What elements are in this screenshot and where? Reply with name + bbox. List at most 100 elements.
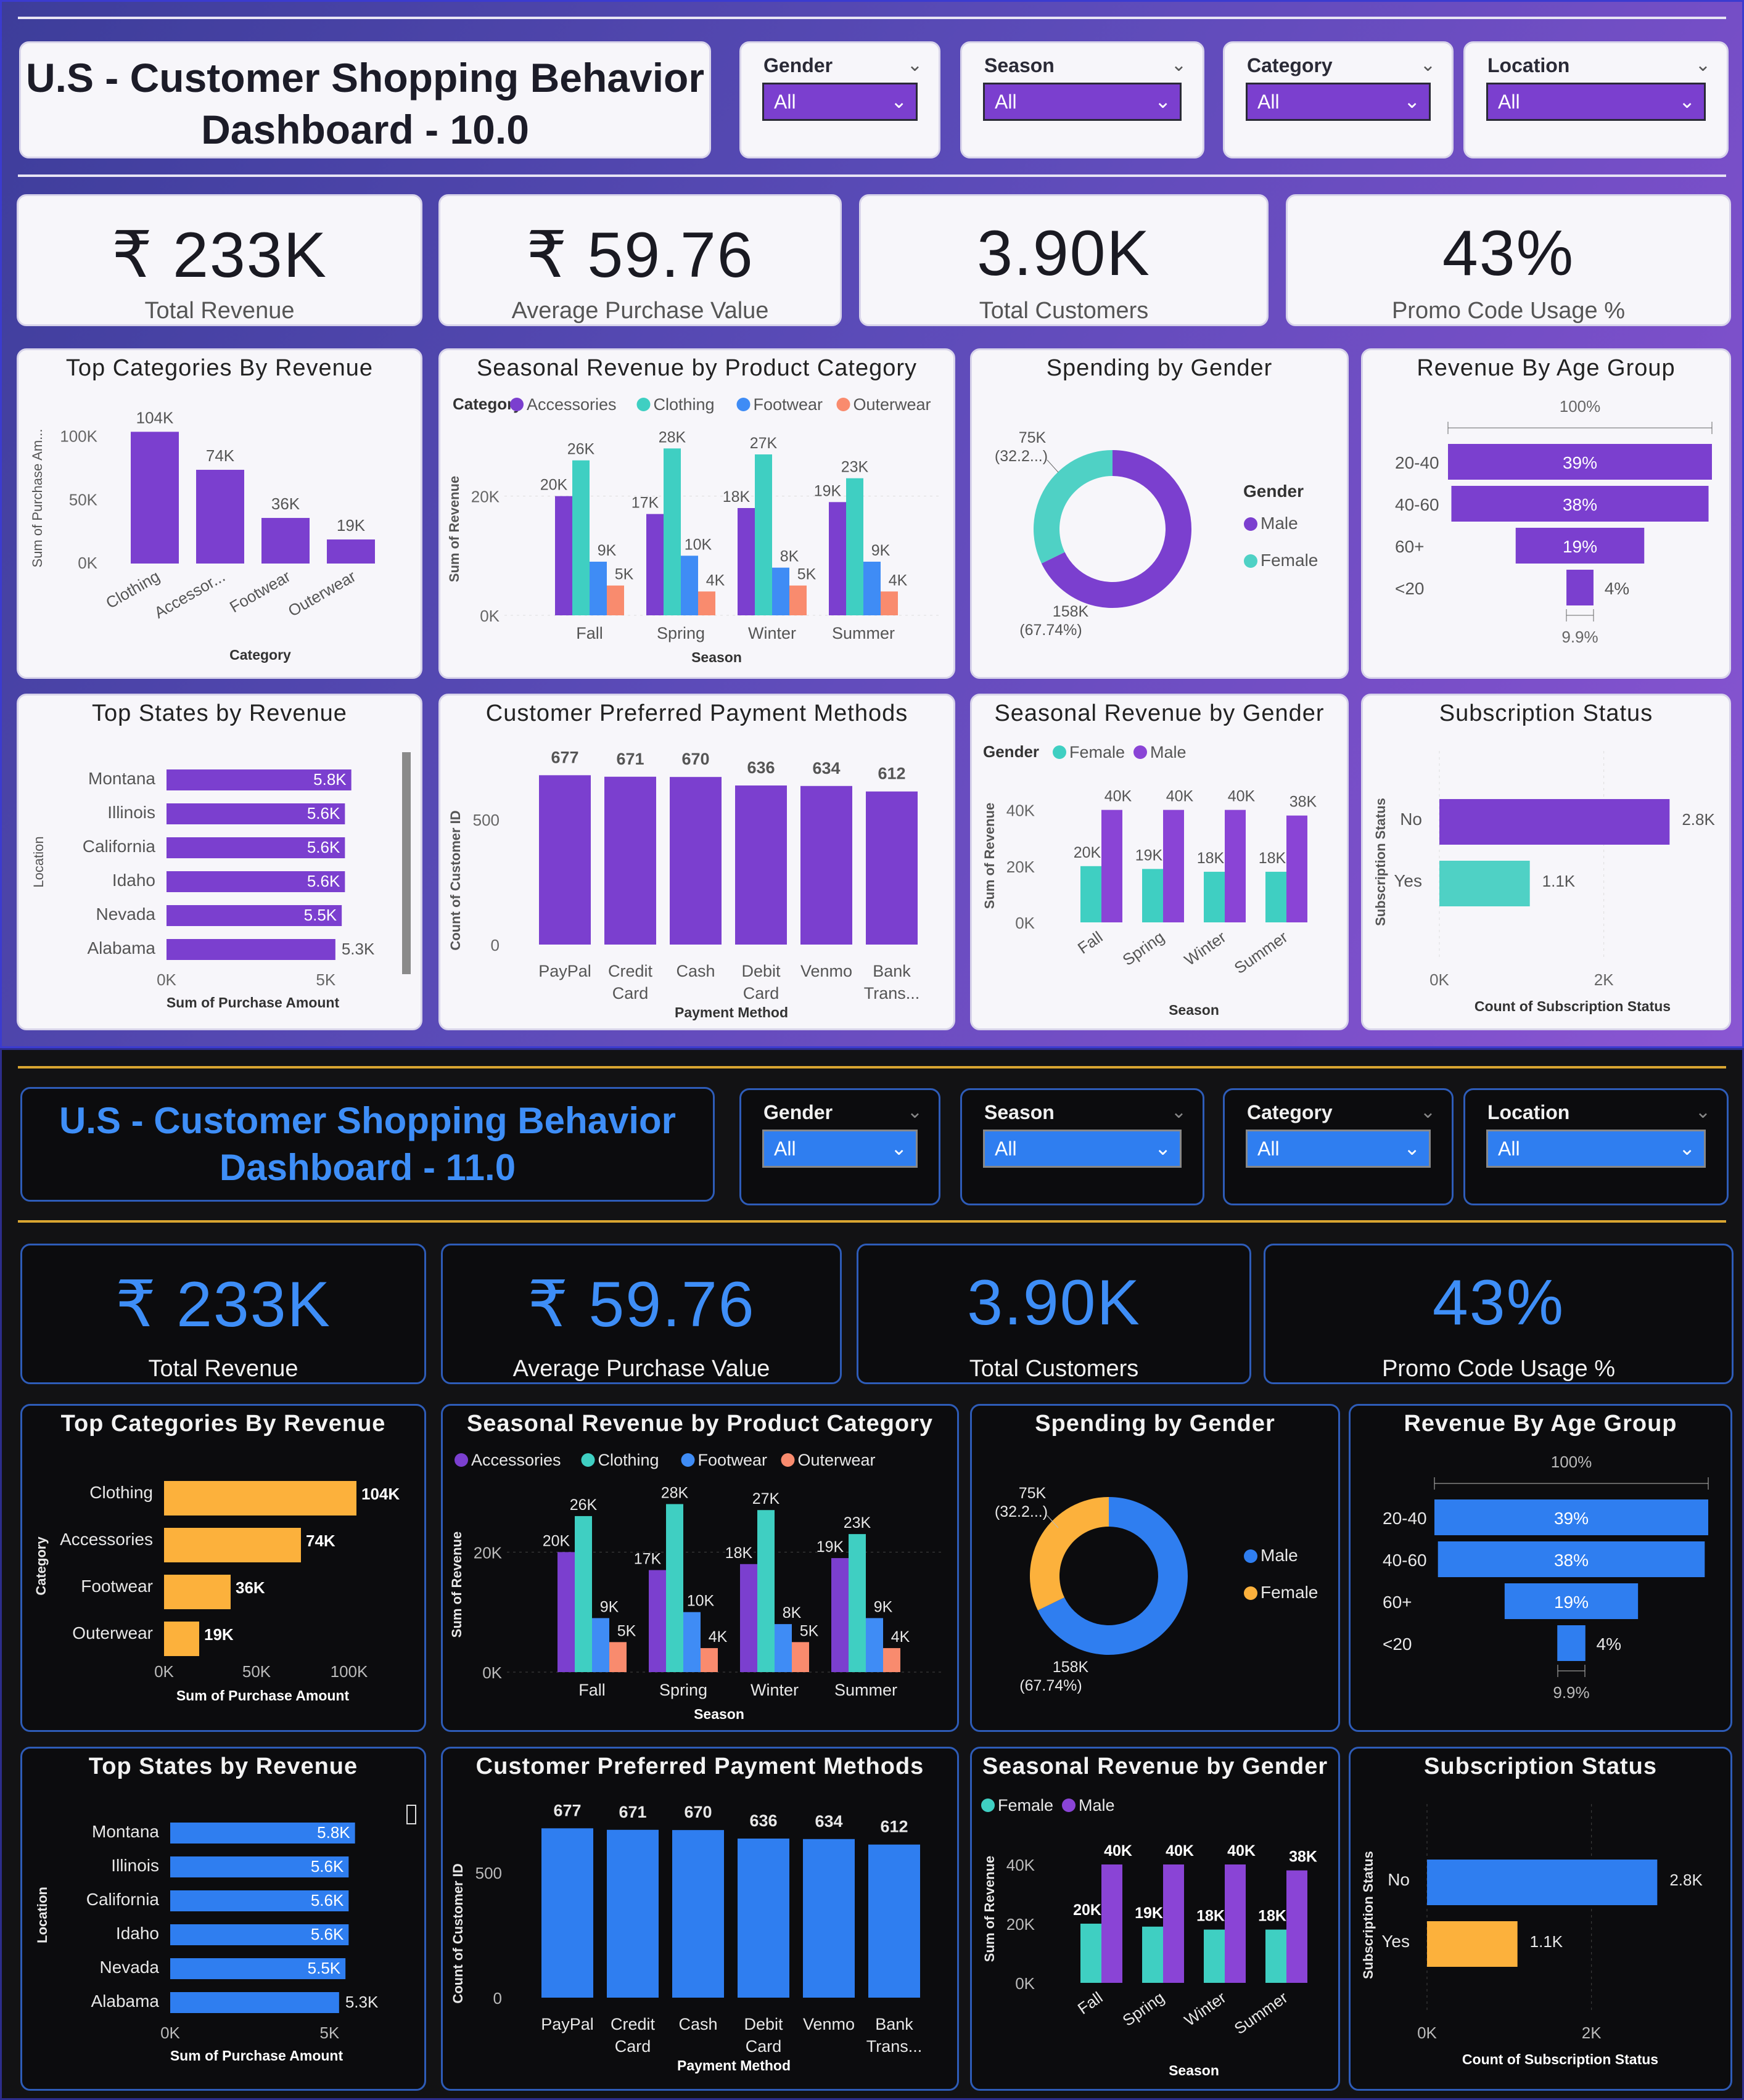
slicer-season-dropdown[interactable]: All ⌄ — [983, 1130, 1182, 1168]
bar — [557, 1552, 575, 1672]
bar — [846, 478, 863, 615]
chevron-down-icon[interactable]: ⌄ — [907, 1101, 923, 1123]
legend-swatch — [1244, 554, 1257, 568]
chevron-down-icon[interactable]: ⌄ — [891, 89, 907, 113]
bar — [649, 1570, 666, 1672]
seasonal-gender-chart: Female Male 0K 20K 40K 20K 40K Fall 19K 40K Spring… — [981, 1796, 1317, 2078]
legend-label: Female — [1069, 743, 1125, 761]
slicer-season-dropdown[interactable]: All ⌄ — [983, 83, 1182, 121]
x-tick-label: 0K — [1417, 2024, 1437, 2042]
chevron-down-icon[interactable]: ⌄ — [1171, 54, 1187, 76]
dashboard-title-line2: Dashboard - 10.0 — [201, 107, 529, 152]
chevron-down-icon[interactable]: ⌄ — [1420, 1101, 1436, 1123]
bar — [1080, 1924, 1101, 1983]
slicer-season[interactable]: Season ⌄ All ⌄ — [960, 1088, 1204, 1205]
legend-label: Male — [1079, 1796, 1115, 1815]
leader-line — [1047, 459, 1059, 473]
kpi-value: ₹ 233K — [115, 1269, 331, 1340]
chevron-down-icon[interactable]: ⌄ — [1404, 89, 1420, 113]
y-axis-label: Sum of Revenue — [982, 1856, 997, 1962]
data-label: 5K — [800, 1622, 819, 1639]
bar — [670, 777, 722, 945]
dashboard-title-line1: U.S - Customer Shopping Behavior — [25, 55, 705, 100]
data-label: (67.74%) — [1019, 621, 1082, 639]
legend-label: Female — [1261, 551, 1318, 570]
x-tick-label: Fall — [578, 1681, 606, 1699]
data-label: 36K — [236, 1578, 265, 1597]
slicer-location-dropdown[interactable]: All ⌄ — [1486, 1130, 1706, 1168]
slicer-category-dropdown[interactable]: All ⌄ — [1246, 1130, 1431, 1168]
bar — [866, 791, 918, 945]
y-tick-label: 0 — [493, 1989, 502, 2008]
data-label: 5.8K — [313, 770, 347, 789]
x-tick-label: PayPal — [541, 2015, 594, 2033]
subscription-chart: 0K 2K No 2.8K Yes 1.1K Count of Subscription S… — [1360, 1804, 1703, 2067]
chevron-down-icon[interactable]: ⌄ — [1404, 1136, 1420, 1160]
kpi-label: Promo Code Usage % — [1391, 298, 1626, 324]
y-tick-label: 60+ — [1395, 537, 1425, 556]
slicer-location-value: All — [1498, 1137, 1520, 1160]
slicer-gender-value: All — [774, 90, 796, 113]
y-tick-label: 20-40 — [1383, 1509, 1427, 1528]
chevron-down-icon[interactable]: ⌄ — [1695, 1101, 1711, 1123]
legend-swatch — [1062, 1799, 1076, 1812]
chevron-down-icon[interactable]: ⌄ — [891, 1136, 907, 1160]
slicer-season[interactable]: Season ⌄ All ⌄ — [960, 41, 1204, 158]
chevron-down-icon[interactable]: ⌄ — [1154, 1136, 1171, 1160]
chevron-down-icon[interactable]: ⌄ — [1679, 89, 1695, 113]
y-axis-label: Count of Customer ID — [448, 810, 463, 950]
x-axis-label: Season — [694, 1706, 744, 1722]
slicer-location[interactable]: Location ⌄ All ⌄ — [1463, 41, 1729, 158]
chevron-down-icon[interactable]: ⌄ — [907, 54, 923, 76]
y-axis-label: Sum of Revenue — [982, 803, 997, 909]
data-label: 26K — [570, 1496, 598, 1514]
panel-age-group: Revenue By Age Group 100% 20-40 39% 40-60 38… — [1349, 1404, 1732, 1732]
slicer-category-dropdown[interactable]: All ⌄ — [1246, 83, 1431, 121]
x-tick-label: Trans... — [866, 2037, 923, 2056]
data-label: 5.5K — [308, 1959, 341, 1977]
slicer-location-dropdown[interactable]: All ⌄ — [1486, 83, 1706, 121]
slicer-location[interactable]: Location ⌄ All ⌄ — [1463, 1088, 1729, 1205]
panel-top-categories: Top Categories By Revenue Clothing 104K Ac… — [20, 1404, 426, 1732]
bar — [792, 1642, 809, 1672]
bar — [1101, 810, 1122, 922]
legend-title: Gender — [1243, 482, 1304, 501]
y-tick-label: Illinois — [107, 803, 155, 822]
kpi-label: Total Revenue — [148, 1356, 298, 1382]
bar — [883, 1648, 900, 1672]
data-label: 19K — [204, 1625, 234, 1644]
y-axis-label: Sum of Revenue — [446, 476, 462, 582]
bar — [775, 1624, 792, 1672]
panel-top-states: Top States by Revenue Montana 5.8K Illinoi… — [20, 1747, 426, 2091]
bar — [539, 775, 591, 945]
chevron-down-icon[interactable]: ⌄ — [1171, 1101, 1187, 1123]
legend-swatch — [581, 1453, 595, 1467]
slicer-gender-dropdown[interactable]: All ⌄ — [762, 83, 918, 121]
slicer-gender[interactable]: Gender ⌄ All ⌄ — [739, 1088, 940, 1205]
x-tick-label: 0K — [154, 1662, 174, 1681]
chevron-down-icon[interactable]: ⌄ — [1679, 1136, 1695, 1160]
slicer-category[interactable]: Category ⌄ All ⌄ — [1223, 1088, 1454, 1205]
slicer-gender-dropdown[interactable]: All ⌄ — [762, 1130, 918, 1168]
legend-swatch — [1133, 745, 1147, 759]
dashboard-11: U.S - Customer Shopping Behavior Dashboa… — [0, 1048, 1744, 2100]
chevron-down-icon[interactable]: ⌄ — [1420, 54, 1436, 76]
data-label: 23K — [844, 1514, 871, 1532]
panel-age-group: Revenue By Age Group 100% 20-40 39% 40-60 38… — [1361, 348, 1731, 679]
bar — [672, 1830, 724, 1998]
chevron-down-icon[interactable]: ⌄ — [1154, 89, 1171, 113]
slicer-category[interactable]: Category ⌄ All ⌄ — [1223, 41, 1454, 158]
slicer-gender[interactable]: Gender ⌄ All ⌄ — [739, 41, 940, 158]
y-tick-label: 500 — [475, 1864, 502, 1882]
chevron-down-icon[interactable]: ⌄ — [1695, 54, 1711, 76]
divider — [18, 17, 1726, 19]
data-label: 75K — [1019, 1485, 1047, 1502]
legend-label: Clothing — [654, 395, 715, 414]
y-tick-label: Alabama — [87, 938, 155, 958]
bar — [572, 460, 590, 615]
data-label: 75K — [1019, 429, 1047, 446]
slicer-gender-label: Gender — [763, 1101, 833, 1123]
data-label: 4K — [709, 1628, 728, 1646]
legend-swatch — [836, 398, 850, 411]
slicer-location-value: All — [1498, 90, 1520, 113]
